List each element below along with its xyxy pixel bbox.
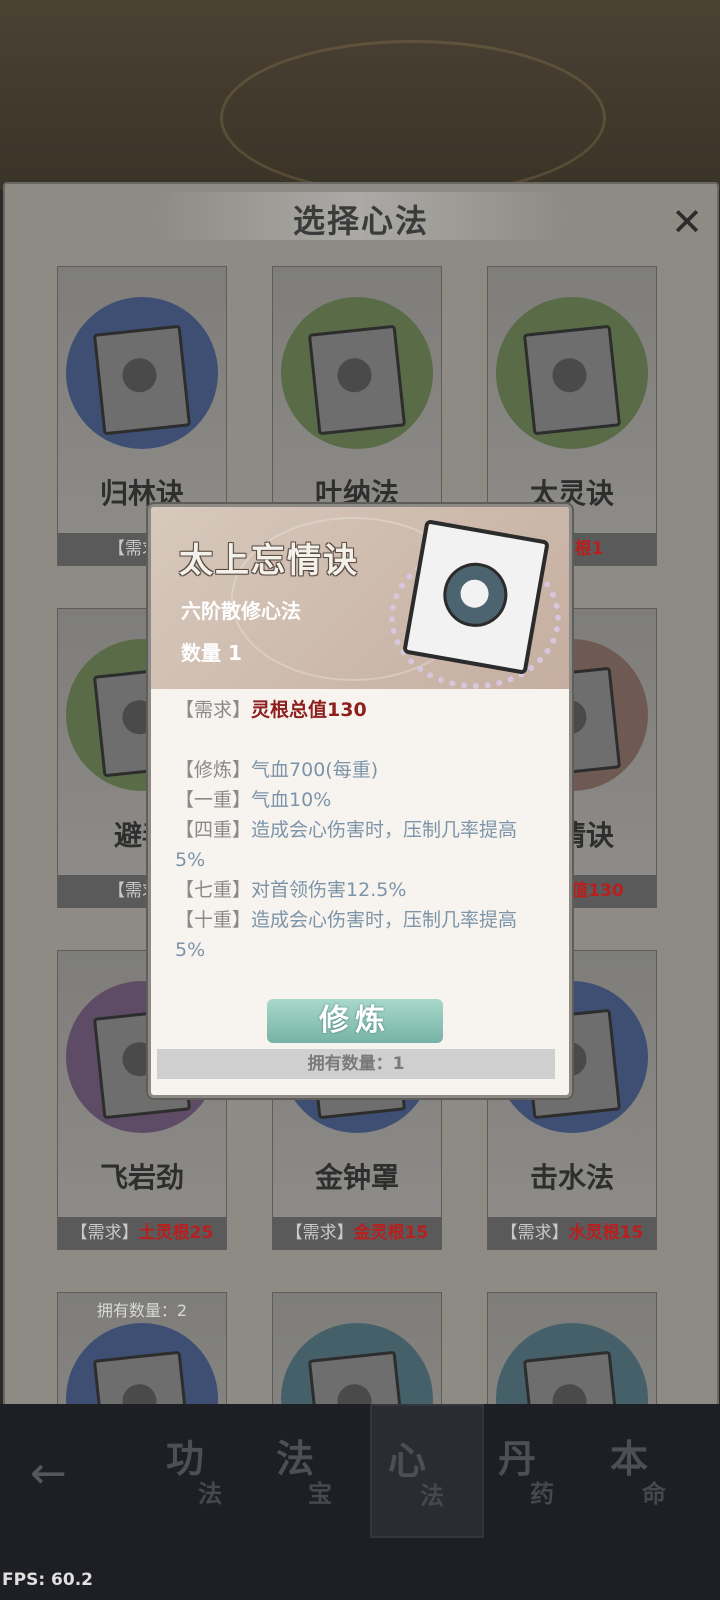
- effect-text: 对首领伤害12.5%: [251, 879, 407, 901]
- requirement-bar: 【需求】土灵根25: [58, 1217, 226, 1249]
- effect-text: 造成会心伤害时，压制几率提高: [251, 819, 518, 841]
- effect-tag: 【四重】: [175, 819, 252, 841]
- requirement-value: 水灵根15: [568, 1223, 644, 1243]
- popup-subtitle: 六阶散修心法: [181, 599, 301, 623]
- requirement-label: 【需求】: [500, 1223, 569, 1243]
- back-arrow-icon[interactable]: ←: [30, 1448, 67, 1499]
- book-icon: [307, 1350, 407, 1406]
- method-detail-popup: 太上忘情诀 六阶散修心法 数量 1 【需求】灵根总值130 【修炼】气血700(…: [148, 504, 572, 1098]
- nav-item-benming[interactable]: 本 命: [594, 1404, 704, 1534]
- effect-text: 气血10%: [251, 789, 332, 811]
- effect-line: 5%: [175, 935, 555, 965]
- popup-header: 太上忘情诀 六阶散修心法 数量 1: [151, 507, 569, 689]
- effect-tag: 【修炼】: [175, 759, 252, 781]
- requirement-bar: 【需求】金灵根15: [273, 1217, 441, 1249]
- popup-count: 数量 1: [181, 641, 242, 665]
- nav-small-char: 法: [420, 1482, 444, 1510]
- book-icon: [402, 519, 550, 675]
- requirement-value: 金灵根15: [353, 1223, 429, 1243]
- effect-line: 5%: [175, 845, 555, 875]
- effect-line: 【四重】造成会心伤害时，压制几率提高: [175, 815, 555, 845]
- nav-small-char: 药: [530, 1480, 554, 1508]
- book-icon: [307, 324, 407, 436]
- effect-tag: 【七重】: [175, 879, 252, 901]
- effect-text: 气血700(每重): [251, 759, 379, 781]
- effect-text: 造成会心伤害时，压制几率提高: [251, 909, 518, 931]
- nav-small-char: 宝: [308, 1480, 332, 1508]
- close-button[interactable]: ✕: [667, 202, 707, 242]
- effect-tag: 【十重】: [175, 909, 252, 931]
- effect-line: 【十重】造成会心伤害时，压制几率提高: [175, 905, 555, 935]
- bottom-nav: ← 功 法 法 宝 心 法 丹 药 本 命: [0, 1404, 720, 1600]
- method-name: 飞岩劲: [99, 1161, 184, 1194]
- requirement-value: 土灵根25: [138, 1223, 214, 1243]
- method-card[interactable]: [487, 1292, 657, 1406]
- swirl-emblem-icon: [438, 557, 513, 632]
- book-icon: [522, 1350, 622, 1406]
- effect-text: 5%: [175, 849, 206, 871]
- popup-title: 太上忘情诀: [179, 541, 359, 581]
- nav-item-danyao[interactable]: 丹 药: [482, 1404, 592, 1534]
- requirement-value: 灵根总值130: [251, 699, 367, 721]
- close-icon: ✕: [671, 200, 703, 244]
- cloud-decoration: [220, 40, 606, 196]
- book-icon: [92, 324, 192, 436]
- panel-title: 选择心法: [292, 202, 429, 240]
- effect-line: 【一重】气血10%: [175, 785, 555, 815]
- effect-tag: 【一重】: [175, 789, 252, 811]
- nav-small-char: 法: [198, 1480, 222, 1508]
- cultivate-button[interactable]: 修炼: [267, 999, 443, 1043]
- nav-item-gongfa[interactable]: 功 法: [150, 1404, 260, 1534]
- requirement-tag: 【需求】: [175, 699, 252, 721]
- nav-item-fabao[interactable]: 法 宝: [260, 1404, 370, 1534]
- owned-count: 拥有数量：2: [96, 1301, 188, 1320]
- requirement-line: 【需求】灵根总值130: [175, 695, 555, 725]
- requirement-bar: 【需求】水灵根15: [488, 1217, 656, 1249]
- method-card[interactable]: 拥有数量：2: [57, 1292, 227, 1406]
- fps-counter: FPS: 60.2: [2, 1570, 93, 1590]
- book-icon: [92, 1350, 192, 1406]
- requirement-label: 【需求】: [70, 1223, 139, 1243]
- method-name: 金钟罩: [314, 1161, 399, 1194]
- nav-small-char: 命: [642, 1480, 666, 1508]
- effect-line: 【七重】对首领伤害12.5%: [175, 875, 555, 905]
- effect-text: 5%: [175, 939, 206, 961]
- method-card[interactable]: [272, 1292, 442, 1406]
- method-name: 击水法: [529, 1161, 614, 1194]
- effect-line: 【修炼】气血700(每重): [175, 755, 555, 785]
- requirement-label: 【需求】: [285, 1223, 354, 1243]
- book-icon: [522, 324, 622, 436]
- nav-item-xinfa[interactable]: 心 法: [370, 1404, 484, 1538]
- owned-count: 拥有数量：1: [157, 1049, 555, 1079]
